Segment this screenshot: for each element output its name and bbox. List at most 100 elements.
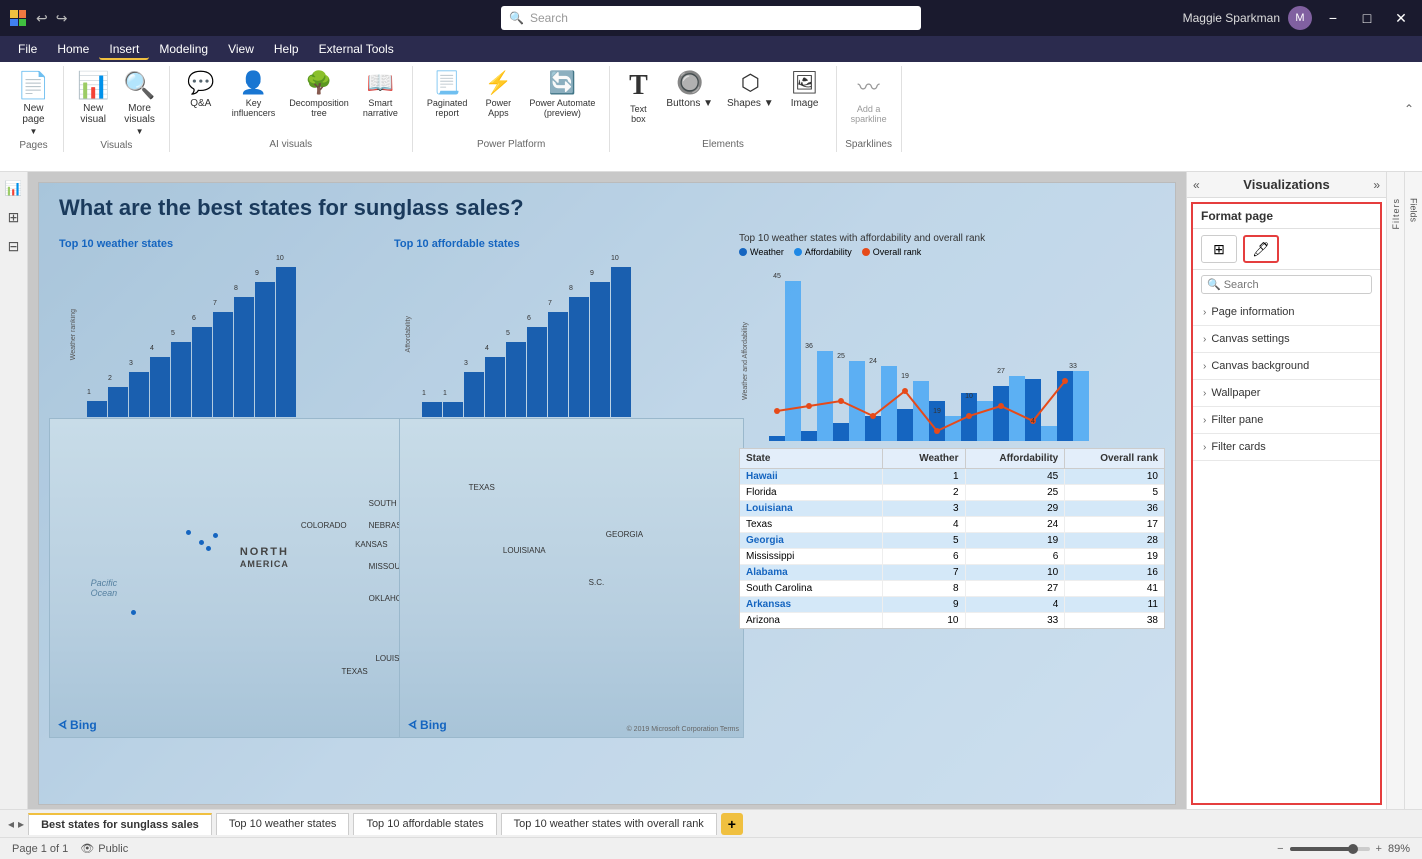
image-label: Image	[791, 98, 819, 109]
new-visual-icon: 📊	[77, 70, 109, 101]
search-container: 🔍 Search	[501, 6, 921, 30]
tab-best-states[interactable]: Best states for sunglass sales	[28, 813, 212, 835]
pages-group-items: 📄 Newpage ▼	[12, 66, 54, 140]
window-undo-btn[interactable]: ↩	[36, 10, 48, 27]
table-row-arizona: Arizona 10 33 38	[740, 613, 1164, 628]
text-box-button[interactable]: T Textbox	[618, 66, 658, 128]
search-box: 🔍	[1201, 275, 1372, 294]
new-page-button[interactable]: 📄 Newpage ▼	[12, 66, 54, 140]
accordion-canvas-settings: › Canvas settings	[1193, 326, 1380, 353]
legend-affordability: Affordability	[794, 247, 852, 257]
svg-text:27: 27	[997, 368, 1005, 375]
menu-help[interactable]: Help	[264, 38, 309, 60]
bing-logo-left: ᗏ Bing	[58, 718, 97, 733]
search-input[interactable]	[1224, 279, 1366, 291]
image-button[interactable]: 🖼 Image	[782, 66, 828, 113]
col-affordability: Affordability	[966, 449, 1066, 468]
ribbon-content: 📄 Newpage ▼ Pages 📊 Newvisual 🔍 Morevisu…	[0, 62, 1422, 152]
menu-file[interactable]: File	[8, 38, 47, 60]
key-influencers-label: Keyinfluencers	[232, 98, 276, 118]
zoom-minus[interactable]: −	[1277, 843, 1283, 855]
new-visual-button[interactable]: 📊 Newvisual	[72, 66, 114, 129]
qa-icon: 💬	[187, 70, 214, 96]
fields-label[interactable]: Fields	[1409, 198, 1419, 222]
more-visuals-button[interactable]: 🔍 Morevisuals ▼	[118, 66, 160, 140]
paginated-report-button[interactable]: 📃 Paginatedreport	[421, 66, 474, 122]
page-info-arrow: ›	[1203, 307, 1206, 318]
menu-modeling[interactable]: Modeling	[149, 38, 218, 60]
title-bar: ↩ ↪ get-started-desktop - Power BI Deskt…	[0, 0, 1422, 36]
bottom-tab-bar: ◂ ▸ Best states for sunglass sales Top 1…	[0, 809, 1422, 837]
power-automate-button[interactable]: 🔄 Power Automate(preview)	[523, 66, 601, 122]
minimize-button[interactable]: −	[1320, 8, 1346, 28]
power-apps-button[interactable]: ⚡ PowerApps	[475, 66, 521, 122]
ribbon: 📄 Newpage ▼ Pages 📊 Newvisual 🔍 Morevisu…	[0, 62, 1422, 172]
text-box-icon: T	[629, 70, 648, 102]
viz-collapse-left[interactable]: «	[1193, 178, 1200, 192]
format-grid-icon[interactable]: ⊞	[1201, 235, 1237, 263]
decomposition-tree-button[interactable]: 🌳 Decompositiontree	[283, 66, 355, 122]
ribbon-group-ai: 💬 Q&A 👤 Keyinfluencers 🌳 Decompositiontr…	[170, 66, 413, 152]
zoom-percent: 89%	[1388, 843, 1410, 855]
add-sparkline-button[interactable]: 〰 Add asparkline	[845, 66, 893, 128]
legend-overall: Overall rank	[862, 247, 922, 257]
accordion-filter-pane-header[interactable]: › Filter pane	[1193, 407, 1380, 433]
tab-affordable-states[interactable]: Top 10 affordable states	[353, 813, 496, 835]
menu-external-tools[interactable]: External Tools	[309, 38, 404, 60]
ribbon-expand[interactable]: ⌃	[1404, 66, 1418, 152]
tab-nav-left[interactable]: ◂	[8, 817, 14, 831]
viz-panel: « Visualizations » Format page ⊞ 🖊 🔍	[1186, 172, 1386, 809]
accordion-page-info-header[interactable]: › Page information	[1193, 299, 1380, 325]
canvas-bg-label: Canvas background	[1211, 360, 1309, 372]
right-panels: « Visualizations » Format page ⊞ 🖊 🔍	[1186, 172, 1422, 809]
tab-weather-states[interactable]: Top 10 weather states	[216, 813, 350, 835]
key-influencers-button[interactable]: 👤 Keyinfluencers	[226, 66, 282, 122]
right-chart-legend: Weather Affordability Overall rank	[739, 247, 1165, 257]
status-left: Page 1 of 1 👁 Public	[12, 842, 128, 855]
paginated-icon: 📃	[433, 70, 460, 96]
page-nav-icon-2[interactable]: ⊞	[4, 205, 24, 230]
accordion-filter-cards-header[interactable]: › Filter cards	[1193, 434, 1380, 460]
buttons-button[interactable]: 🔘 Buttons ▼	[660, 66, 719, 113]
qa-button[interactable]: 💬 Q&A	[178, 66, 224, 113]
mid-bar-3: 3Indiana	[464, 372, 484, 417]
window-redo-btn[interactable]: ↪	[56, 10, 68, 27]
maximize-button[interactable]: □	[1354, 8, 1380, 28]
viz-expand-right[interactable]: »	[1373, 178, 1380, 192]
accordion-canvas-settings-header[interactable]: › Canvas settings	[1193, 326, 1380, 352]
visibility-icon: 👁	[80, 842, 94, 855]
menu-insert[interactable]: Insert	[99, 38, 149, 60]
tab-nav-right[interactable]: ▸	[18, 817, 24, 831]
accordion-canvas-bg-header[interactable]: › Canvas background	[1193, 353, 1380, 379]
zoom-plus[interactable]: +	[1376, 843, 1382, 855]
elements-group-label: Elements	[702, 139, 744, 152]
buttons-label: Buttons ▼	[666, 98, 713, 109]
accordion-wallpaper-header[interactable]: › Wallpaper	[1193, 380, 1380, 406]
page-nav-icon-3[interactable]: ⊟	[4, 234, 24, 259]
bar-alabama: 7Alabama	[213, 312, 233, 417]
bing-logo-right: ᗏ Bing	[408, 718, 447, 733]
filter-pane-arrow: ›	[1203, 415, 1206, 426]
title-search-box[interactable]: 🔍 Search	[501, 6, 921, 30]
menu-view[interactable]: View	[218, 38, 264, 60]
zoom-slider[interactable]	[1290, 847, 1370, 851]
more-visuals-arrow: ▼	[136, 127, 144, 136]
tab-overall-rank[interactable]: Top 10 weather states with overall rank	[501, 813, 717, 835]
format-paint-icon[interactable]: 🖊	[1243, 235, 1279, 263]
pages-group-label: Pages	[19, 140, 47, 153]
shapes-icon: ⬡	[741, 70, 760, 96]
mid-y-axis: Affordability	[394, 252, 422, 417]
filters-label[interactable]: Filters	[1391, 198, 1401, 230]
bar-mississippi: 6Mississippi	[192, 327, 212, 417]
menu-home[interactable]: Home	[47, 38, 99, 60]
smart-narrative-button[interactable]: 📖 Smartnarrative	[357, 66, 404, 122]
filter-pane-label: Filter pane	[1211, 414, 1263, 426]
add-tab-button[interactable]: +	[721, 813, 743, 835]
close-button[interactable]: ✕	[1388, 8, 1414, 28]
svg-text:4: 4	[1031, 418, 1035, 425]
shapes-button[interactable]: ⬡ Shapes ▼	[721, 66, 780, 113]
legend-affordability-dot	[794, 248, 802, 256]
ribbon-group-visuals: 📊 Newvisual 🔍 Morevisuals ▼ Visuals	[64, 66, 170, 152]
page-nav-icon-1[interactable]: 📊	[1, 176, 26, 201]
visuals-group-items: 📊 Newvisual 🔍 Morevisuals ▼	[72, 66, 161, 140]
